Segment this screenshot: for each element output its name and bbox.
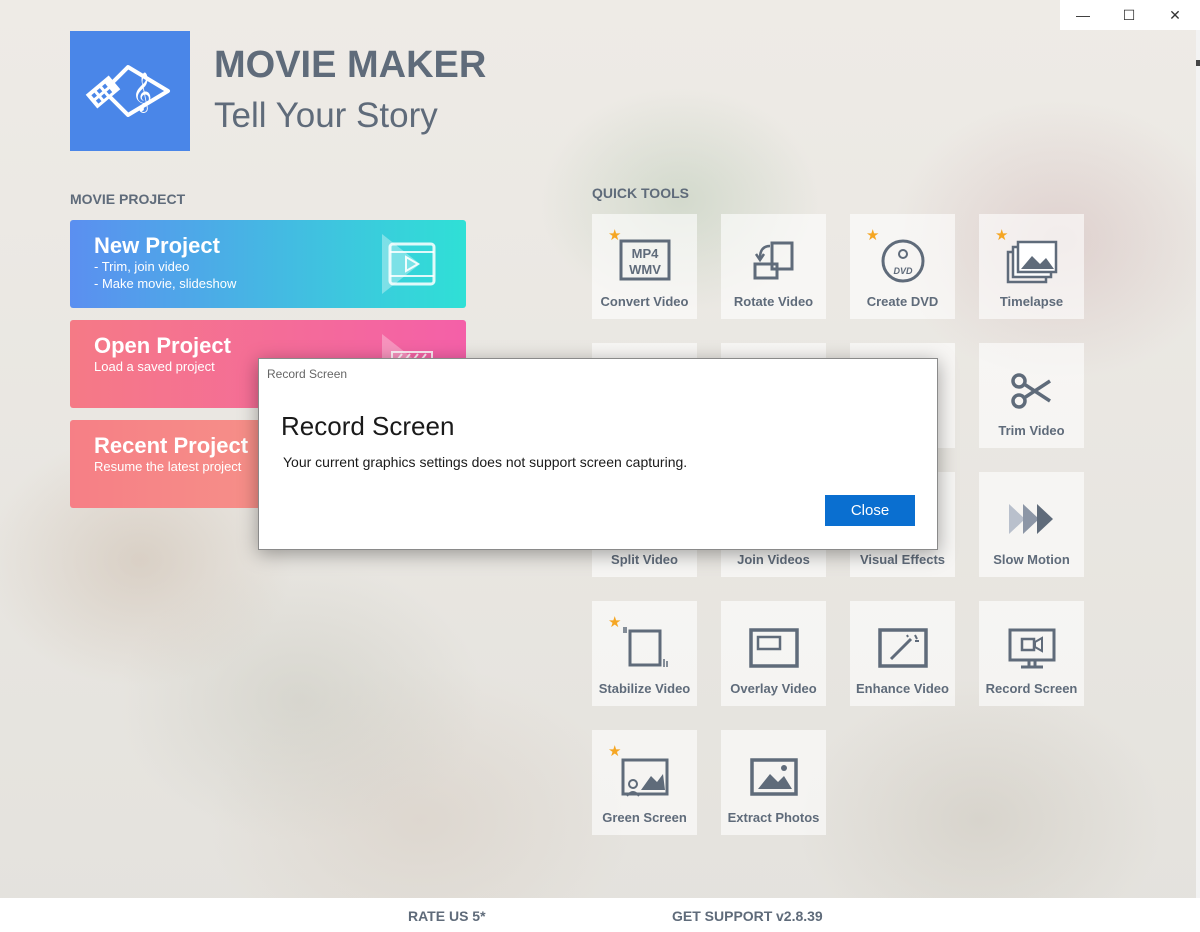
dialog-caption: Record Screen bbox=[267, 367, 348, 381]
overlay-icon bbox=[748, 628, 799, 668]
maximize-button[interactable]: ☐ bbox=[1106, 0, 1152, 30]
tool-label: Record Screen bbox=[985, 681, 1078, 696]
tool-label: Join Videos bbox=[737, 552, 810, 567]
tool-overlay-video[interactable]: Overlay Video bbox=[721, 601, 826, 706]
enhance-icon bbox=[877, 628, 928, 668]
tool-rotate-video[interactable]: Rotate Video bbox=[721, 214, 826, 319]
tool-label: Enhance Video bbox=[856, 681, 949, 696]
quick-tools-label: QUICK TOOLS bbox=[592, 185, 689, 201]
new-project-button[interactable]: New Project - Trim, join video - Make mo… bbox=[70, 220, 466, 308]
svg-text:WMV: WMV bbox=[629, 262, 661, 277]
tool-green-screen[interactable]: ★ Green Screen bbox=[592, 730, 697, 835]
app-logo: 𝄞 bbox=[70, 31, 190, 151]
dvd-icon: DVD bbox=[881, 239, 924, 283]
tool-trim-video[interactable]: Trim Video bbox=[979, 343, 1084, 448]
tool-extract-photos[interactable]: Extract Photos bbox=[721, 730, 826, 835]
app-title: MOVIE MAKER bbox=[214, 44, 487, 86]
rotate-icon bbox=[753, 241, 793, 280]
monitor-camera-icon bbox=[1008, 628, 1055, 669]
scissors-icon bbox=[1010, 373, 1051, 409]
dialog-message: Your current graphics settings does not … bbox=[283, 454, 688, 470]
tool-label: Split Video bbox=[611, 552, 678, 567]
tool-timelapse[interactable]: ★ Timelapse bbox=[979, 214, 1084, 319]
record-screen-dialog: Record Screen Record Screen Your current… bbox=[258, 358, 938, 550]
green-screen-icon bbox=[621, 758, 668, 797]
close-window-button[interactable]: ✕ bbox=[1152, 0, 1198, 30]
scrollbar[interactable] bbox=[1196, 30, 1200, 898]
dialog-title: Record Screen bbox=[281, 411, 455, 441]
mp4-wmv-icon: MP4 WMV bbox=[619, 239, 670, 281]
get-support-link[interactable]: GET SUPPORT bbox=[672, 908, 772, 924]
film-music-icon: 𝄞 bbox=[85, 65, 170, 117]
tool-label: Slow Motion bbox=[993, 552, 1070, 567]
svg-text:DVD: DVD bbox=[893, 266, 913, 276]
footer: RATE US 5* GET SUPPORT v2.8.39 bbox=[0, 898, 1200, 932]
tool-label: Green Screen bbox=[602, 810, 687, 825]
rate-us-link[interactable]: RATE US 5* bbox=[408, 908, 486, 924]
tool-create-dvd[interactable]: ★ DVD Create DVD bbox=[850, 214, 955, 319]
tool-label: Stabilize Video bbox=[598, 681, 691, 696]
movie-project-label: MOVIE PROJECT bbox=[70, 191, 186, 207]
tool-record-screen[interactable]: Record Screen bbox=[979, 601, 1084, 706]
dialog-close-button[interactable]: Close bbox=[825, 495, 915, 526]
tool-label: Rotate Video bbox=[733, 294, 814, 309]
tool-label: Timelapse bbox=[999, 294, 1064, 309]
minimize-button[interactable]: — bbox=[1060, 0, 1106, 30]
slow-motion-icon bbox=[1008, 504, 1053, 534]
svg-text:MP4: MP4 bbox=[631, 246, 659, 261]
tool-label: Convert Video bbox=[600, 294, 689, 309]
tool-stabilize-video[interactable]: ★ Stabilize Video bbox=[592, 601, 697, 706]
tool-label: Extract Photos bbox=[727, 810, 820, 825]
tool-enhance-video[interactable]: Enhance Video bbox=[850, 601, 955, 706]
app-subtitle: Tell Your Story bbox=[214, 96, 438, 135]
tool-label: Visual Effects bbox=[859, 552, 946, 567]
timelapse-icon bbox=[1006, 240, 1057, 284]
tool-label: Overlay Video bbox=[730, 681, 817, 696]
tool-label: Create DVD bbox=[866, 294, 939, 309]
video-file-icon bbox=[382, 234, 436, 294]
stabilize-icon bbox=[622, 627, 668, 667]
tool-slow-motion[interactable]: Slow Motion bbox=[979, 472, 1084, 577]
photo-icon bbox=[749, 758, 798, 796]
svg-text:𝄞: 𝄞 bbox=[132, 72, 152, 113]
window-controls: — ☐ ✕ bbox=[1060, 0, 1200, 30]
tool-convert-video[interactable]: ★ MP4 WMV Convert Video bbox=[592, 214, 697, 319]
tool-label: Trim Video bbox=[998, 423, 1065, 438]
version-label: v2.8.39 bbox=[776, 908, 823, 924]
